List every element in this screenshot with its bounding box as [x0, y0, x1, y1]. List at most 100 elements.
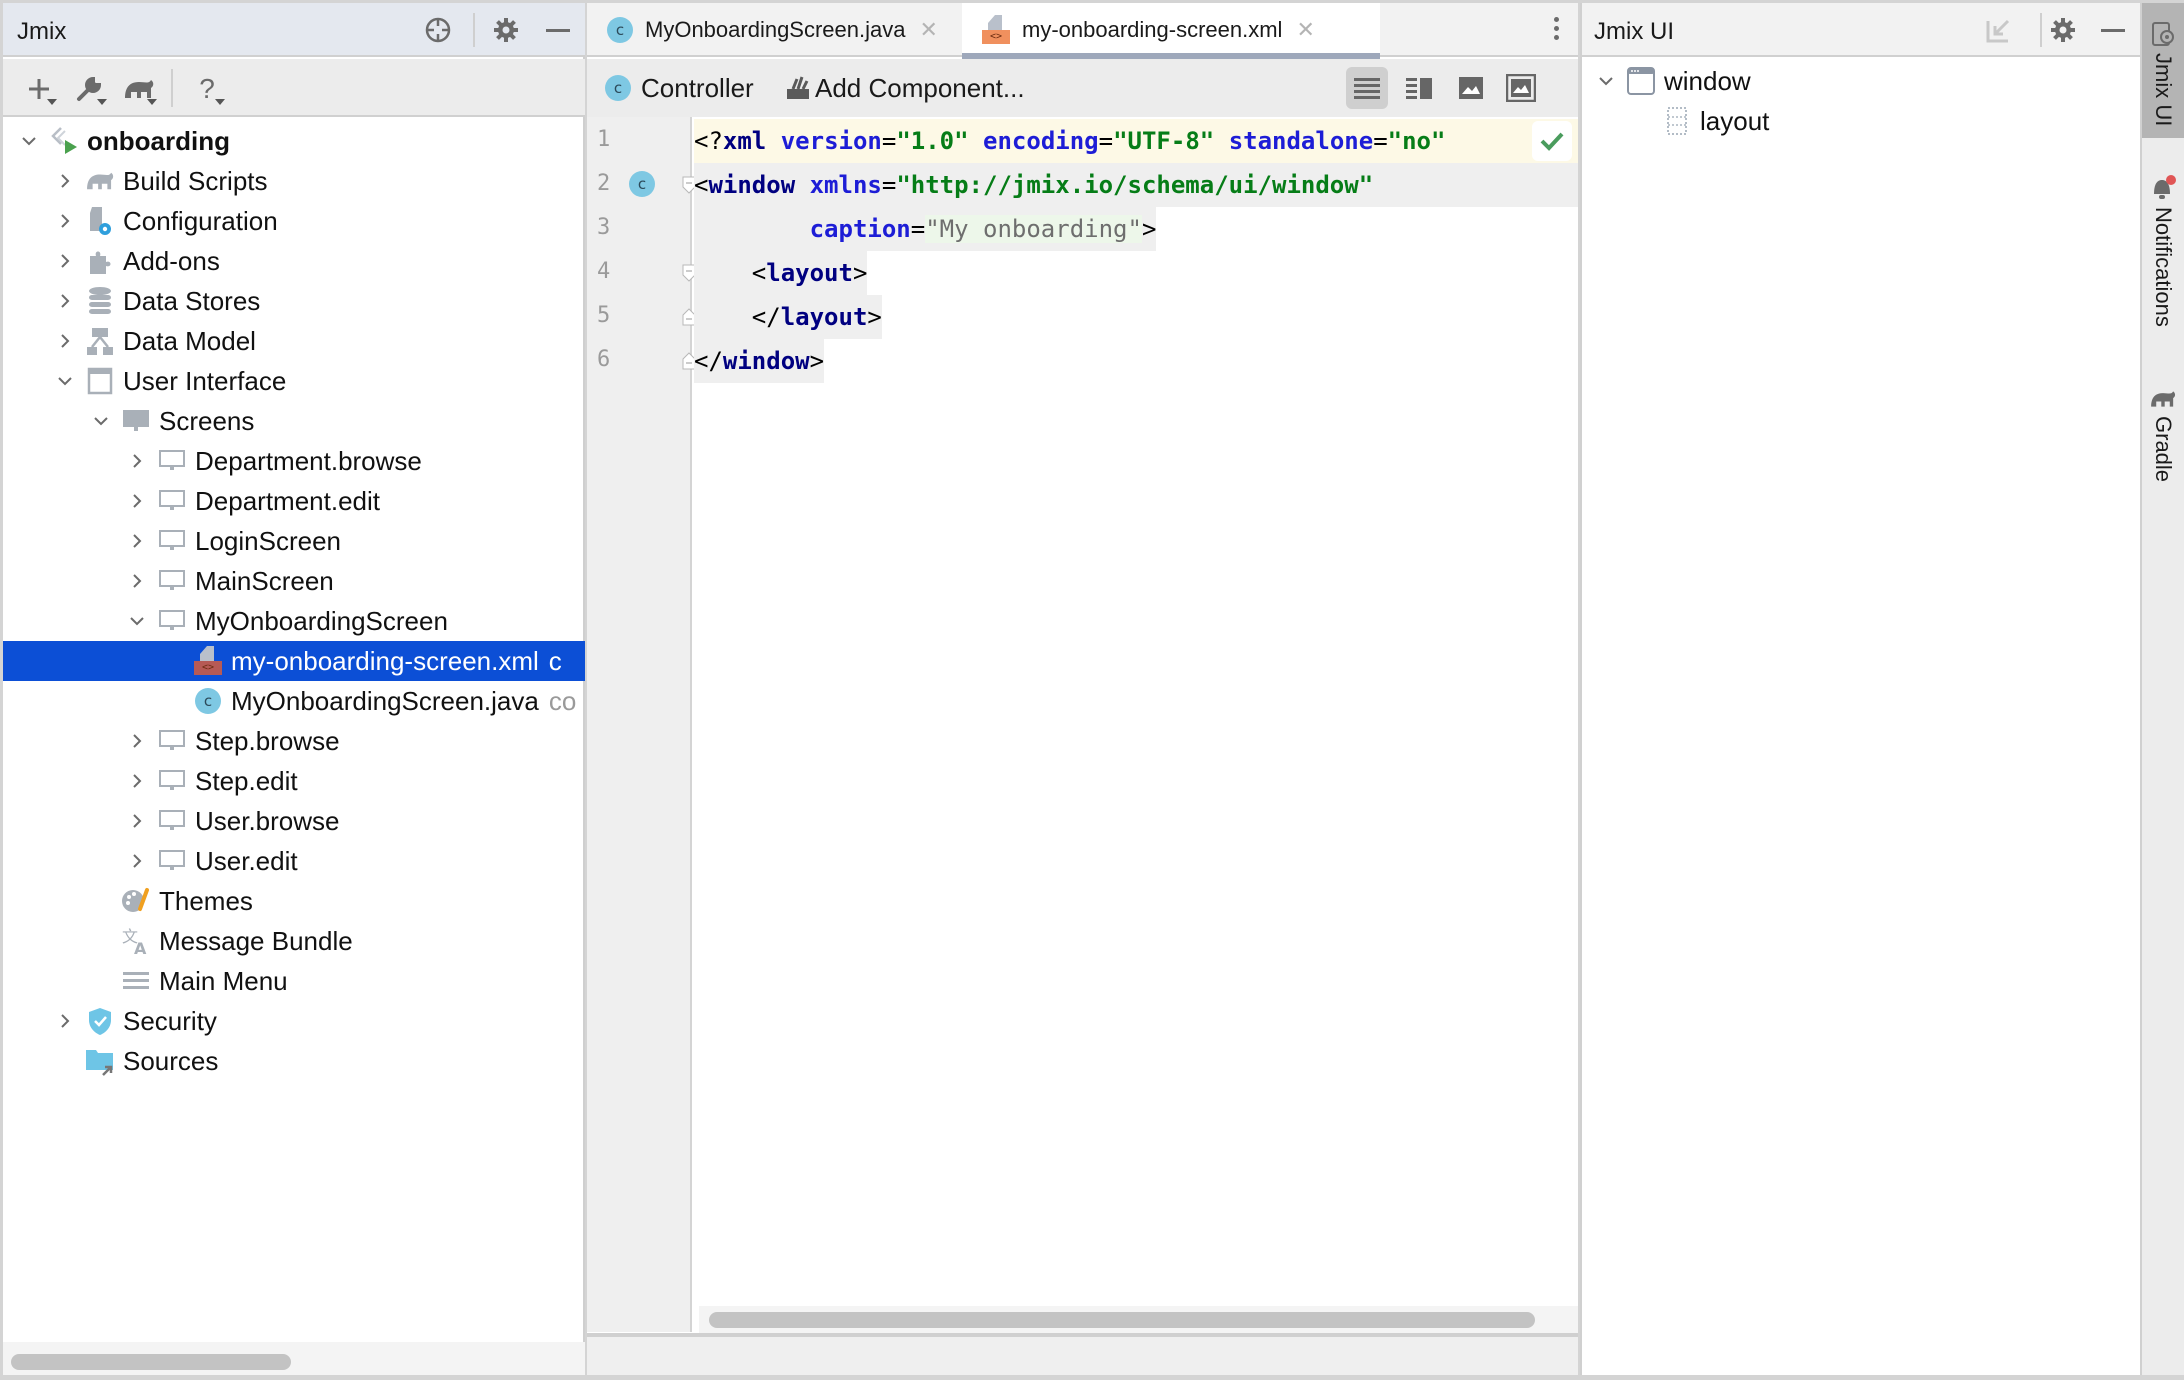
jump-to-source-icon[interactable] [1984, 15, 2014, 45]
tree-item-myonboardingscreen[interactable]: MyOnboardingScreen [3, 601, 585, 641]
tree-item-suffix: c [548, 645, 562, 676]
gradle-button[interactable] [119, 71, 159, 107]
chevron-right-icon[interactable] [127, 811, 147, 831]
code-line[interactable]: </layout > [694, 295, 882, 339]
tree-item-suffix: co [548, 685, 577, 716]
tree-item-onboarding[interactable]: onboarding [3, 121, 585, 161]
window-component-icon [1626, 66, 1656, 96]
strip-notifications[interactable]: Notifications [2142, 175, 2184, 355]
chevron-right-icon[interactable] [55, 1011, 75, 1031]
project-toolbar: ? [3, 59, 585, 117]
tree-item-user-interface[interactable]: User Interface [3, 361, 585, 401]
tree-item-myonboardingscreen-java[interactable]: c MyOnboardingScreen.java co [3, 681, 585, 721]
tree-item-user-browse[interactable]: User.browse [3, 801, 585, 841]
themes-icon [121, 886, 151, 916]
close-tab-icon[interactable]: ✕ [919, 17, 937, 43]
tab-options-icon[interactable] [1554, 17, 1560, 44]
chevron-down-icon[interactable] [127, 611, 147, 631]
strip-label: Gradle [2151, 416, 2176, 483]
code-editor[interactable]: <? xml version = "1.0" encoding = "UTF-8" sta… [694, 117, 1578, 1332]
tree-item-window[interactable]: window [1582, 61, 2142, 101]
code-line[interactable]: < layout > [694, 251, 868, 295]
code-token: > [1141, 215, 1157, 243]
code-token: > [852, 259, 868, 287]
minimize-icon[interactable] [543, 15, 573, 45]
tree-item-label: Screens [159, 405, 255, 436]
controller-gutter-icon[interactable]: c [629, 171, 655, 197]
tree-item-build-scripts[interactable]: Build Scripts [3, 161, 585, 201]
chevron-right-icon[interactable] [127, 491, 147, 511]
chevron-right-icon[interactable] [127, 451, 147, 471]
tree-item-layout[interactable]: layout [1582, 101, 2142, 141]
code-token: "My onboarding" [925, 215, 1142, 243]
tree-item-department-edit[interactable]: Department.edit [3, 481, 585, 521]
tree-item-add-ons[interactable]: Add-ons [3, 241, 585, 281]
project-hscroll-thumb[interactable] [11, 1354, 291, 1370]
tree-item-step-edit[interactable]: Step.edit [3, 761, 585, 801]
tree-item-my-onboarding-screen-xml[interactable]: <> my-onboarding-screen.xml c [3, 641, 585, 681]
tools-button[interactable] [69, 71, 109, 107]
help-button[interactable]: ? [187, 71, 227, 107]
code-line[interactable]: < window xmlns = "http://jmix.io/schema/ui/… [694, 163, 1578, 207]
add-component-button[interactable]: Add Component... [785, 59, 1025, 117]
strip-jmix-ui[interactable]: Jmix UI [2142, 3, 2184, 138]
config-file-icon [85, 206, 115, 236]
tree-item-main-menu[interactable]: Main Menu [3, 961, 585, 1001]
monitor-icon [157, 566, 187, 596]
tree-item-message-bundle[interactable]: 文 A Message Bundle [3, 921, 585, 961]
gear-icon[interactable] [491, 15, 521, 45]
tab-myonboardingscreen-java[interactable]: c MyOnboardingScreen.java ✕ [587, 3, 962, 57]
chevron-down-icon[interactable] [19, 131, 39, 151]
preview-only-button[interactable] [1500, 67, 1542, 109]
code-line[interactable]: </window > [694, 339, 825, 383]
chevron-right-icon[interactable] [127, 771, 147, 791]
question-icon: ? [199, 73, 215, 104]
chevron-right-icon[interactable] [55, 291, 75, 311]
code-token: "UTF-8" [1113, 127, 1215, 155]
locate-icon[interactable] [423, 15, 453, 45]
code-line[interactable]: caption = "My onboarding" > [694, 207, 1157, 251]
chevron-down-icon[interactable] [55, 371, 75, 391]
tree-item-themes[interactable]: Themes [3, 881, 585, 921]
chevron-right-icon[interactable] [127, 851, 147, 871]
chevron-right-icon[interactable] [55, 171, 75, 191]
gear-icon[interactable] [2048, 15, 2078, 45]
split-view-button[interactable] [1398, 67, 1440, 109]
minimize-icon[interactable] [2098, 15, 2128, 45]
tab-my-onboarding-screen-xml[interactable]: <> my-onboarding-screen.xml ✕ [962, 3, 1380, 59]
tree-item-configuration[interactable]: Configuration [3, 201, 585, 241]
chevron-right-icon[interactable] [55, 211, 75, 231]
chevron-right-icon[interactable] [55, 251, 75, 271]
controller-button[interactable]: c Controller [605, 59, 754, 117]
tree-item-user-edit[interactable]: User.edit [3, 841, 585, 881]
close-tab-icon[interactable]: ✕ [1296, 17, 1314, 43]
chevron-right-icon[interactable] [55, 331, 75, 351]
tree-item-data-stores[interactable]: Data Stores [3, 281, 585, 321]
inspection-ok-icon[interactable] [1532, 121, 1572, 161]
chevron-right-icon[interactable] [127, 571, 147, 591]
chevron-down-icon[interactable] [91, 411, 111, 431]
chevron-right-icon[interactable] [127, 731, 147, 751]
tree-item-step-browse[interactable]: Step.browse [3, 721, 585, 761]
add-component-icon [787, 76, 809, 99]
window-icon [85, 366, 115, 396]
code-line[interactable]: <? xml version = "1.0" encoding = "UTF-8" sta… [694, 119, 1578, 163]
tree-item-department-browse[interactable]: Department.browse [3, 441, 585, 481]
line-number: 1 [597, 127, 611, 152]
chevron-down-icon[interactable] [1596, 71, 1616, 91]
tree-item-mainscreen[interactable]: MainScreen [3, 561, 585, 601]
strip-gradle[interactable]: Gradle [2142, 388, 2184, 508]
code-token: "http://jmix.io/schema/ui/window" [896, 171, 1374, 199]
tree-item-label: Message Bundle [159, 925, 353, 956]
tree-item-sources[interactable]: Sources [3, 1041, 585, 1081]
preview-view-button[interactable] [1450, 67, 1492, 109]
tree-item-data-model[interactable]: Data Model [3, 321, 585, 361]
tree-item-security[interactable]: Security [3, 1001, 585, 1041]
add-button[interactable] [19, 71, 59, 107]
tree-item-screens[interactable]: Screens [3, 401, 585, 441]
tree-item-loginscreen[interactable]: LoginScreen [3, 521, 585, 561]
text-view-button[interactable] [1346, 67, 1388, 109]
editor-hscroll-thumb[interactable] [709, 1312, 1535, 1328]
chevron-right-icon[interactable] [127, 531, 147, 551]
line-number: 2 [597, 171, 611, 196]
